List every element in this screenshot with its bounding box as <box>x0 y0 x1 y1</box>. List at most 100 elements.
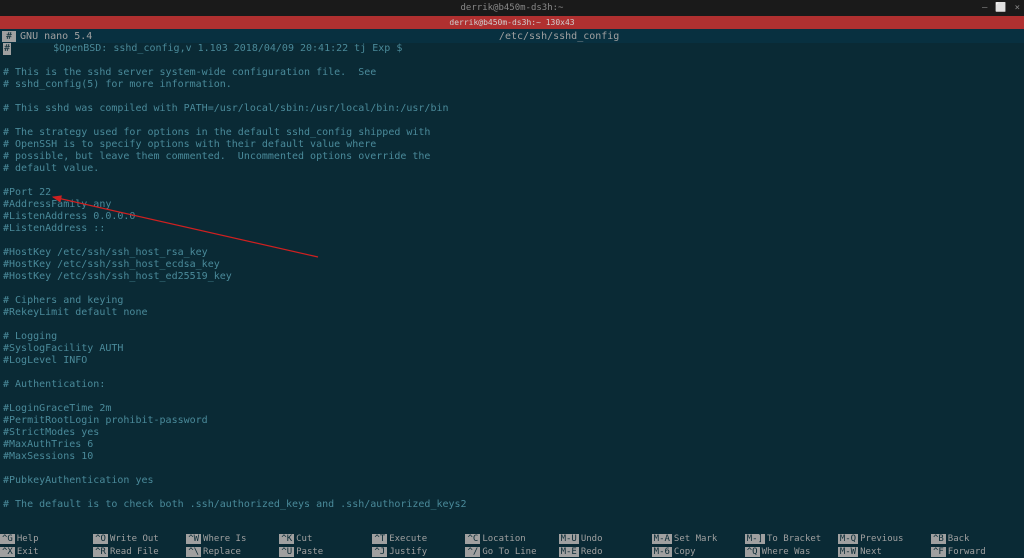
maximize-button[interactable]: ⬜ <box>995 3 1006 13</box>
editor-line: # possible, but leave them commented. Un… <box>3 151 1021 163</box>
shortcut-label: Write Out <box>110 534 159 544</box>
shortcut-item[interactable]: M-UUndo <box>559 534 652 544</box>
shortcut-label: Replace <box>203 547 241 557</box>
shortcut-label: Copy <box>674 547 696 557</box>
shortcut-key: ^F <box>931 547 946 557</box>
window-controls: – ⬜ × <box>982 3 1020 13</box>
shortcut-key: M-6 <box>652 547 672 557</box>
shortcut-key: ^X <box>0 547 15 557</box>
window-title: derrik@b450m-ds3h:~ <box>461 3 564 13</box>
shortcuts-row-2: ^XExit^RRead File^\Replace^UPaste^JJusti… <box>0 545 1024 558</box>
shortcut-key: ^T <box>372 534 387 544</box>
editor-line: #AddressFamily any <box>3 199 1021 211</box>
shortcut-label: Back <box>948 534 970 544</box>
editor-line <box>3 463 1021 475</box>
editor-line: # This sshd was compiled with PATH=/usr/… <box>3 103 1021 115</box>
shortcut-label: Help <box>17 534 39 544</box>
editor-line: #HostKey /etc/ssh/ssh_host_ed25519_key <box>3 271 1021 283</box>
shortcut-label: Cut <box>296 534 312 544</box>
editor-line <box>3 283 1021 295</box>
shortcut-label: Undo <box>581 534 603 544</box>
shortcut-key: ^B <box>931 534 946 544</box>
editor-line <box>3 91 1021 103</box>
shortcut-item[interactable]: ^KCut <box>279 534 372 544</box>
shortcut-item[interactable]: ^OWrite Out <box>93 534 186 544</box>
shortcut-item[interactable]: ^JJustify <box>372 547 465 557</box>
shortcut-label: Exit <box>17 547 39 557</box>
shortcut-key: M-E <box>559 547 579 557</box>
editor-line <box>3 115 1021 127</box>
shortcut-key: ^G <box>0 534 15 544</box>
shortcut-item[interactable]: ^RRead File <box>93 547 186 557</box>
shortcut-item[interactable]: M-WNext <box>838 547 931 557</box>
shortcut-key: ^O <box>93 534 108 544</box>
editor-line: #StrictModes yes <box>3 427 1021 439</box>
editor-content[interactable]: # $OpenBSD: sshd_config,v 1.103 2018/04/… <box>0 43 1024 511</box>
editor-line: # Logging <box>3 331 1021 343</box>
close-button[interactable]: × <box>1015 3 1020 13</box>
shortcut-label: Read File <box>110 547 159 557</box>
nano-shortcuts: ^GHelp^OWrite Out^WWhere Is^KCut^TExecut… <box>0 532 1024 558</box>
shortcut-key: M-Q <box>838 534 858 544</box>
shortcut-label: Previous <box>860 534 903 544</box>
minimize-button[interactable]: – <box>982 3 987 13</box>
editor-line: #PermitRootLogin prohibit-password <box>3 415 1021 427</box>
shortcuts-row-1: ^GHelp^OWrite Out^WWhere Is^KCut^TExecut… <box>0 532 1024 545</box>
editor-line: # Authentication: <box>3 379 1021 391</box>
shortcut-key: ^C <box>465 534 480 544</box>
editor-line <box>3 487 1021 499</box>
shortcut-label: Execute <box>389 534 427 544</box>
shortcut-item[interactable]: M-ASet Mark <box>652 534 745 544</box>
shortcut-key: ^W <box>186 534 201 544</box>
shortcut-item[interactable]: M-QPrevious <box>838 534 931 544</box>
shortcut-label: Where Is <box>203 534 246 544</box>
editor-line: #LoginGraceTime 2m <box>3 403 1021 415</box>
editor-line <box>3 55 1021 67</box>
shortcut-item[interactable]: M-]To Bracket <box>745 534 838 544</box>
editor-line <box>3 391 1021 403</box>
shortcut-key: ^R <box>93 547 108 557</box>
shortcut-key: ^Q <box>745 547 760 557</box>
shortcut-item[interactable]: ^TExecute <box>372 534 465 544</box>
shortcut-key: M-U <box>559 534 579 544</box>
shortcut-item[interactable]: ^FForward <box>931 547 1024 557</box>
window-titlebar: derrik@b450m-ds3h:~ – ⬜ × <box>0 0 1024 16</box>
nano-header: # GNU nano 5.4 /etc/ssh/sshd_config <box>0 29 1024 43</box>
shortcut-key: ^U <box>279 547 294 557</box>
shortcut-item[interactable]: M-6Copy <box>652 547 745 557</box>
shortcut-item[interactable]: ^CLocation <box>465 534 558 544</box>
shortcut-key: M-A <box>652 534 672 544</box>
shortcut-label: Set Mark <box>674 534 717 544</box>
shortcut-item[interactable]: ^XExit <box>0 547 93 557</box>
terminal-tab-label: derrik@b450m-ds3h:~ 130x43 <box>449 18 574 27</box>
editor-line: #PubkeyAuthentication yes <box>3 475 1021 487</box>
editor-line: #ListenAddress :: <box>3 223 1021 235</box>
shortcut-item[interactable]: ^/Go To Line <box>465 547 558 557</box>
shortcut-key: ^\ <box>186 547 201 557</box>
editor-line: # sshd_config(5) for more information. <box>3 79 1021 91</box>
shortcut-item[interactable]: ^BBack <box>931 534 1024 544</box>
editor-line: #HostKey /etc/ssh/ssh_host_rsa_key <box>3 247 1021 259</box>
shortcut-label: Where Was <box>762 547 811 557</box>
shortcut-item[interactable]: M-ERedo <box>559 547 652 557</box>
shortcut-item[interactable]: ^WWhere Is <box>186 534 279 544</box>
shortcut-label: Justify <box>389 547 427 557</box>
editor-line: # OpenSSH is to specify options with the… <box>3 139 1021 151</box>
shortcut-item[interactable]: ^GHelp <box>0 534 93 544</box>
editor-line: # default value. <box>3 163 1021 175</box>
shortcut-key: M-] <box>745 534 765 544</box>
shortcut-item[interactable]: ^\Replace <box>186 547 279 557</box>
editor-line: # This is the sshd server system-wide co… <box>3 67 1021 79</box>
editor-line <box>3 319 1021 331</box>
editor-line: #SyslogFacility AUTH <box>3 343 1021 355</box>
nano-gutter-mark: # <box>2 31 16 42</box>
shortcut-item[interactable]: ^QWhere Was <box>745 547 838 557</box>
shortcut-label: To Bracket <box>767 534 821 544</box>
editor-line: #LogLevel INFO <box>3 355 1021 367</box>
editor-line: #MaxAuthTries 6 <box>3 439 1021 451</box>
gutter-indicator: # <box>3 43 11 55</box>
shortcut-label: Forward <box>948 547 986 557</box>
shortcut-item[interactable]: ^UPaste <box>279 547 372 557</box>
editor-line <box>3 367 1021 379</box>
shortcut-key: M-W <box>838 547 858 557</box>
